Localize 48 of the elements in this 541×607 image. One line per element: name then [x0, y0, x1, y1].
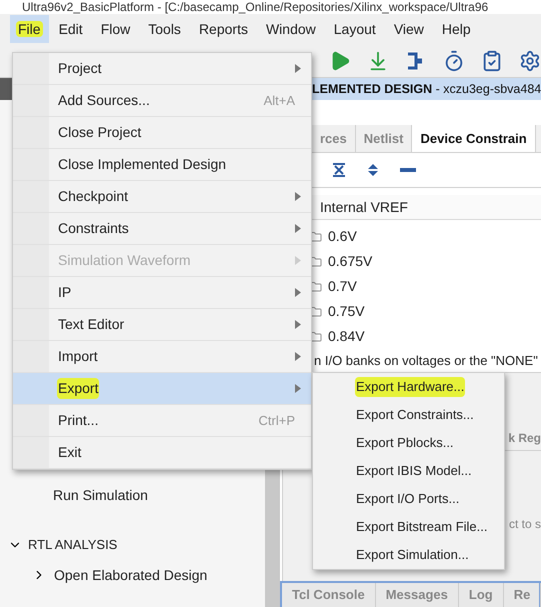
panel-tab[interactable]: Device Constrain [412, 125, 536, 152]
menu-item[interactable]: Export [13, 373, 311, 405]
table-cell-text: 0.6V [328, 227, 357, 246]
clipboard-icon[interactable] [481, 50, 503, 72]
menu-item[interactable]: Add Sources... Alt+A [13, 85, 311, 117]
menu-item[interactable]: Text Editor [13, 309, 311, 341]
menu-item[interactable]: Window [258, 15, 324, 43]
part-name: - xczu3eg-sbva484 [434, 80, 541, 98]
menu-item[interactable]: Close Project [13, 117, 311, 149]
note-text: n I/O banks on voltages or the "NONE" [314, 352, 538, 370]
menu-item[interactable]: Exit [13, 437, 311, 469]
menu-item[interactable]: Export Constraints... [313, 401, 504, 429]
menu-item[interactable]: Project [13, 53, 311, 85]
menu-item[interactable]: Layout [326, 15, 384, 43]
menu-item[interactable]: Print... Ctrl+P [13, 405, 311, 437]
timer-icon[interactable] [443, 50, 465, 72]
menu-item[interactable]: File [10, 15, 49, 43]
menu-item[interactable]: Tools [140, 15, 189, 43]
menu-item[interactable]: Flow [92, 15, 138, 43]
window-title: Ultra96v2_BasicPlatform - [C:/basecamp_Online/Repositories/Xilinx_workspace/Ultra96 [22, 1, 488, 13]
menu-item[interactable]: Export IBIS Model... [313, 457, 504, 485]
shortcut-text: Ctrl+P [258, 412, 295, 430]
menu-item[interactable]: Export I/O Ports... [313, 485, 504, 513]
menu-item[interactable]: Checkpoint [13, 181, 311, 213]
table-cell-text: 0.84V [328, 327, 365, 346]
menu-item[interactable]: Export Pblocks... [313, 429, 504, 457]
nav-item[interactable]: Open Elaborated Design [54, 564, 208, 586]
table-cell-text: 0.75V [328, 302, 365, 321]
table-cell-text: 0.7V [328, 277, 357, 296]
menu-item[interactable]: IP [13, 277, 311, 309]
nav-section-title: RTL ANALYSIS [28, 536, 118, 554]
expand-all-icon[interactable] [366, 163, 380, 177]
nav-task[interactable]: Run Simulation [53, 484, 148, 506]
menu-item[interactable]: Export Bitstream File... [313, 513, 504, 541]
menu-item[interactable]: Reports [190, 15, 256, 43]
shortcut-text: Alt+A [264, 92, 295, 110]
menu-item[interactable]: View [386, 15, 432, 43]
menu-item[interactable]: Constraints [13, 213, 311, 245]
hint-text: ct to s [508, 516, 541, 533]
table-cell-text: 0.675V [328, 252, 372, 271]
menu-item[interactable]: Export Simulation... [313, 541, 504, 569]
settings-icon[interactable] [519, 50, 541, 72]
menu-item[interactable]: Edit [50, 15, 91, 43]
menu-item[interactable]: Close Implemented Design [13, 149, 311, 181]
header-title: LEMENTED DESIGN [312, 80, 432, 98]
menu-item[interactable]: Export Hardware... [313, 373, 504, 401]
menu-item[interactable]: Help [434, 15, 479, 43]
collapse-all-icon[interactable] [332, 163, 346, 177]
